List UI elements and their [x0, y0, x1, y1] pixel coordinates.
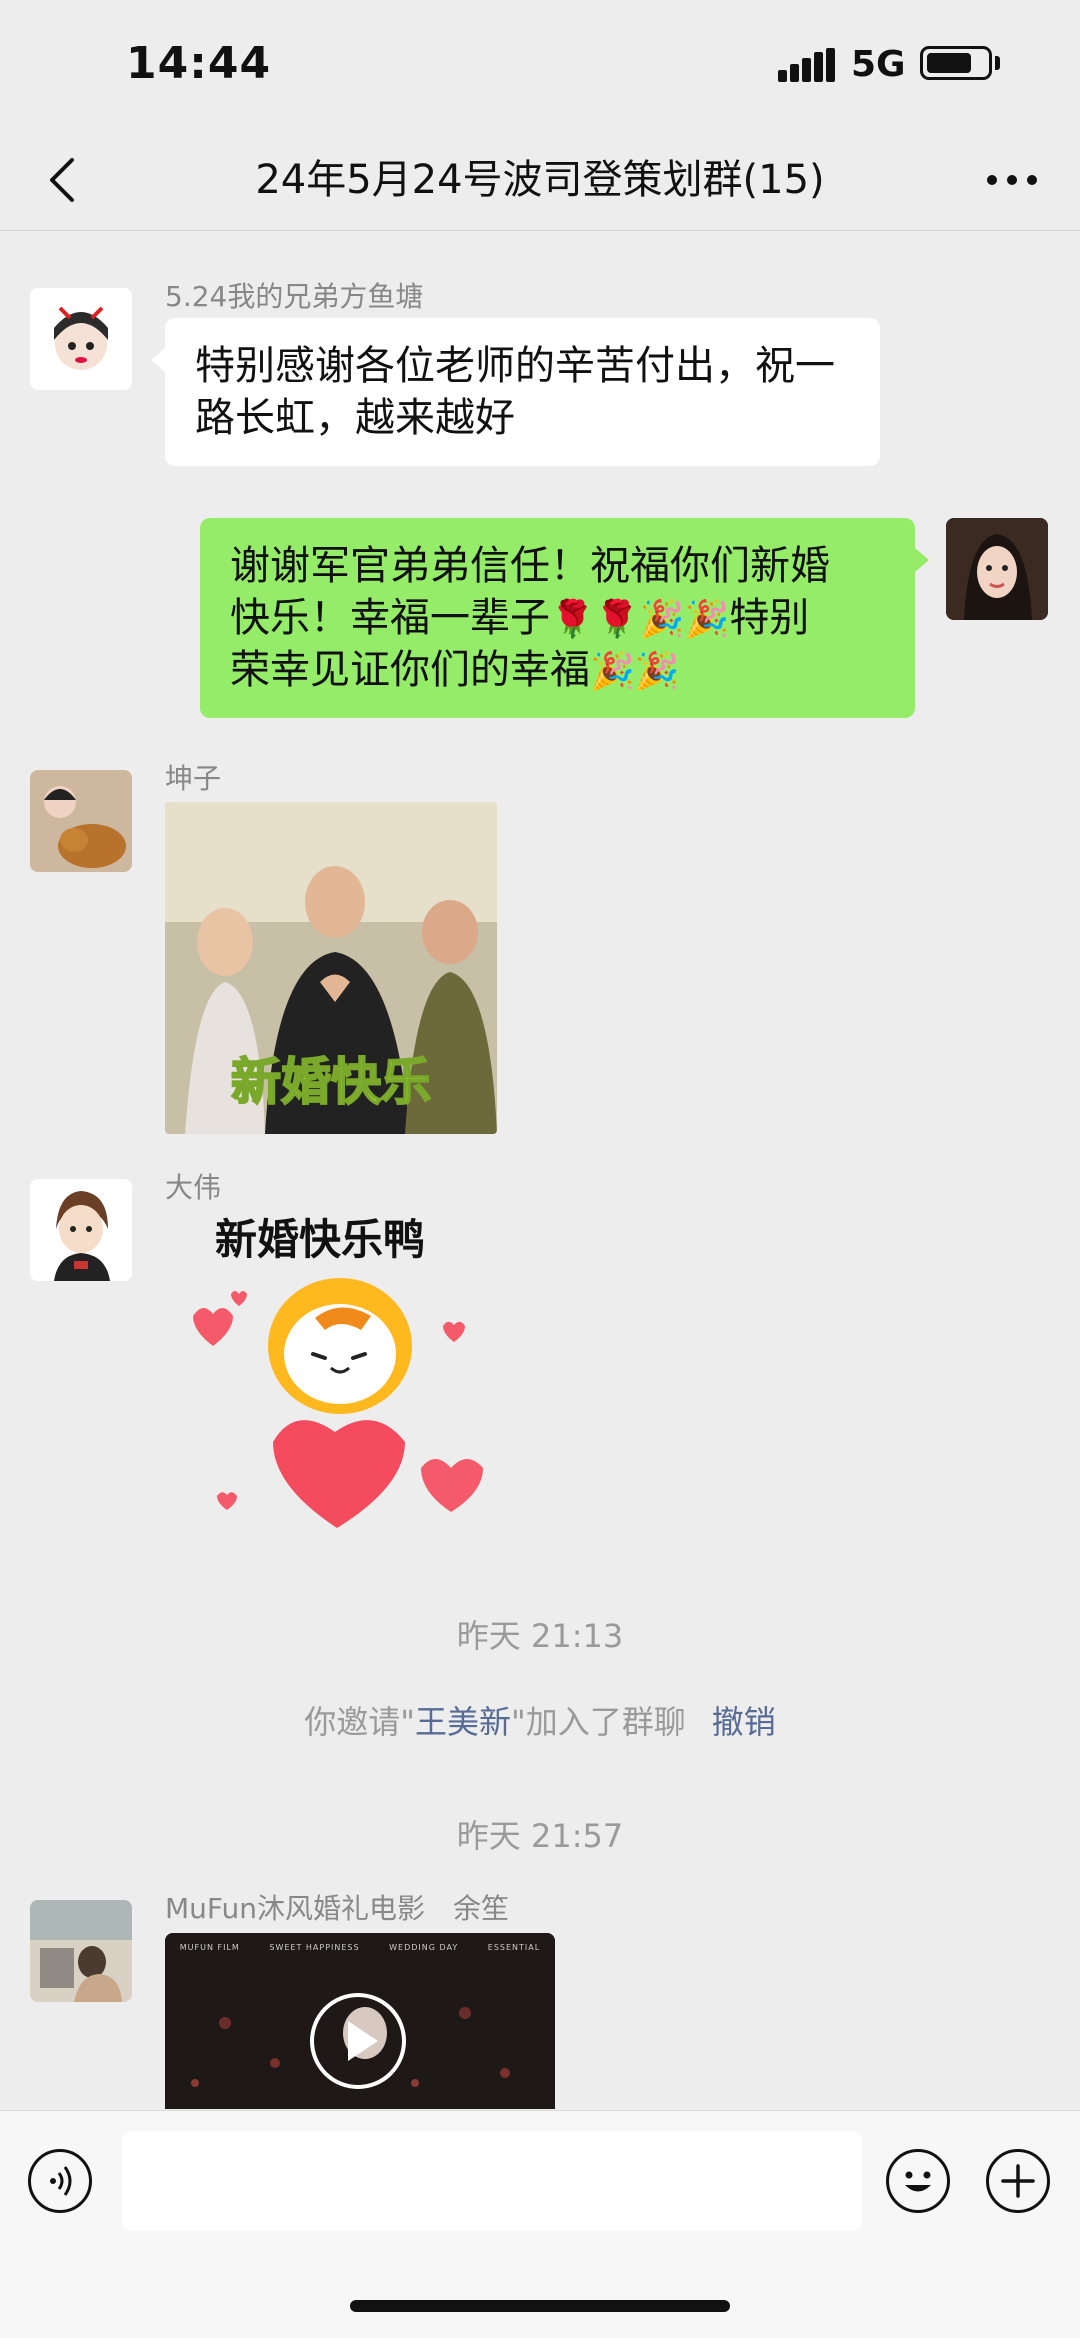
message-input[interactable]: [122, 2131, 862, 2231]
anime-boy-avatar: [30, 1179, 132, 1281]
video-header-item: WEDDING DAY: [389, 1943, 459, 1952]
dog-photo-avatar: [30, 770, 132, 872]
video-header-text: MUFUN FILM SWEET HAPPINESS WEDDING DAY E…: [165, 1943, 555, 1952]
video-header-item: SWEET HAPPINESS: [269, 1943, 360, 1952]
msg-line-1: 谢谢军官弟弟信任！祝福你们新婚: [230, 543, 830, 589]
more-button[interactable]: [980, 148, 1044, 212]
duck-heart-sticker: [193, 1278, 483, 1528]
avatar-kunzi[interactable]: [30, 770, 132, 872]
revoke-link[interactable]: 撤销: [712, 1703, 776, 1741]
avatar-self[interactable]: [946, 518, 1048, 620]
network-type: 5G: [851, 44, 906, 85]
rose-emoji-icon: 🌹🌹: [550, 599, 640, 640]
invited-user-link[interactable]: 王美新: [415, 1703, 511, 1741]
signal-icon: [778, 48, 835, 82]
voice-icon: [50, 2166, 72, 2196]
chevron-left-icon: [50, 158, 74, 202]
voice-button[interactable]: [28, 2149, 92, 2213]
emoji-button[interactable]: [886, 2149, 950, 2213]
more-functions-button[interactable]: [986, 2149, 1050, 2213]
sender-name: 大伟: [165, 1171, 222, 1204]
party-popper-emoji-icon: 🎉🎉: [590, 651, 680, 692]
smiley-icon: [905, 2171, 931, 2192]
msg-line-3: 荣幸见证你们的幸福: [230, 647, 590, 693]
image-caption: 新婚快乐: [230, 1052, 432, 1112]
sender-name: MuFun沐风婚礼电影 余笙: [165, 1892, 509, 1925]
nav-bar: 24年5月24号波司登策划群(15): [0, 130, 1080, 231]
battery-icon: [920, 46, 992, 80]
avatar-mufun[interactable]: [30, 1900, 132, 2002]
back-button[interactable]: [32, 148, 96, 212]
msg-tail: 特别: [729, 595, 810, 641]
video-message[interactable]: MUFUN FILM SWEET HAPPINESS WEDDING DAY E…: [165, 1933, 555, 2109]
chat-title: 24年5月24号波司登策划群(15): [255, 157, 825, 203]
sender-name: 坤子: [165, 762, 222, 795]
invite-prefix: 你邀请": [304, 1703, 415, 1741]
sender-name: 5.24我的兄弟方鱼塘: [165, 280, 424, 313]
msg-line-2: 快乐！幸福一辈子: [230, 595, 550, 641]
battery-tip: [995, 56, 1000, 70]
message-bubble[interactable]: 特别感谢各位老师的辛苦付出，祝一路长虹，越来越好: [151, 318, 880, 466]
status-time: 14:44: [126, 38, 272, 89]
gif-image-message[interactable]: 新婚快乐: [165, 802, 497, 1134]
timestamp: 昨天 21:13: [456, 1617, 624, 1655]
party-popper-emoji-icon: 🎉🎉: [639, 599, 730, 640]
video-header-item: ESSENTIAL: [487, 1943, 541, 1952]
couple-photo-avatar: [30, 1900, 132, 2002]
home-indicator: [350, 2300, 730, 2312]
play-icon: [348, 2021, 378, 2061]
avatar-fangyutang[interactable]: [30, 288, 132, 390]
timestamp: 昨天 21:57: [456, 1817, 624, 1855]
more-dots-icon: [987, 175, 1037, 185]
system-invite-notice: 你邀请"王美新"加入了群聊 撤销: [0, 1697, 1080, 1743]
sticker-message[interactable]: 新婚快乐鸭: [165, 1206, 505, 1536]
video-header-item: MUFUN FILM: [179, 1943, 240, 1952]
play-button[interactable]: [310, 1993, 406, 2089]
message-bubble-self[interactable]: 谢谢军官弟弟信任！祝福你们新婚 快乐！幸福一辈子🌹🌹🎉🎉特别 荣幸见证你们的幸福…: [200, 518, 929, 718]
plus-icon: [1001, 2164, 1035, 2198]
status-bar: 14:44 5G: [0, 0, 1080, 130]
cartoon-girl-avatar: [30, 288, 132, 390]
profile-photo-avatar: [946, 518, 1048, 620]
avatar-dawei[interactable]: [30, 1179, 132, 1281]
chat-area[interactable]: 5.24我的兄弟方鱼塘 特别感谢各位老师的辛苦付出，祝一路长虹，越来越好 谢谢军…: [0, 231, 1080, 2109]
invite-suffix: "加入了群聊: [511, 1703, 686, 1741]
